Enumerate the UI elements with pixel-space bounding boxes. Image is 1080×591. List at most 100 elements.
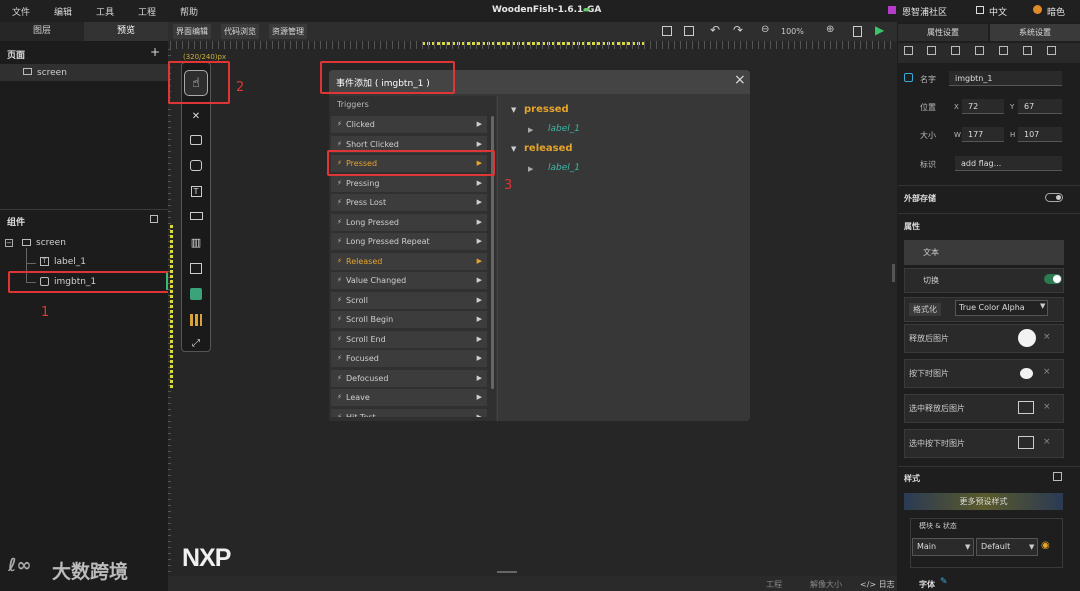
tab-ui-edit[interactable]: 界面编辑	[173, 24, 211, 39]
splitter-handle[interactable]	[892, 264, 895, 282]
dialog-close-button[interactable]: ×	[734, 72, 746, 88]
width-field[interactable]: 177	[962, 127, 1004, 142]
chevron-right-icon: ▶	[476, 412, 482, 417]
zoom-out-icon[interactable]: ⊖	[761, 24, 769, 35]
align-right-icon[interactable]	[951, 46, 960, 55]
trigger-item[interactable]: ⚡ Scroll Begin ▶	[331, 311, 487, 328]
language-select[interactable]: 中文	[989, 5, 1007, 18]
trigger-item[interactable]: ⚡ Hit Test ▶	[331, 408, 487, 417]
expand-action-icon[interactable]: ▶	[528, 126, 533, 134]
button-widget-icon[interactable]	[186, 130, 206, 150]
menu-project[interactable]: 工程	[138, 5, 156, 18]
trigger-item[interactable]: ⚡ Defocused ▶	[331, 369, 487, 387]
event-released-target[interactable]: label_1	[548, 163, 580, 173]
tab-resources[interactable]: 资源管理	[269, 24, 307, 39]
add-page-button[interactable]: +	[150, 45, 160, 59]
more-styles-button[interactable]: 更多预设样式	[904, 493, 1063, 510]
text-widget-icon[interactable]: T	[186, 181, 206, 201]
export-icon[interactable]	[853, 26, 862, 37]
tab-preview[interactable]: 预览	[84, 22, 168, 41]
menu-tools[interactable]: 工具	[96, 5, 114, 18]
qrcode-widget-icon[interactable]	[186, 310, 206, 330]
image-placeholder-icon[interactable]	[1018, 436, 1034, 449]
event-pressed[interactable]: pressed	[524, 104, 569, 115]
image-placeholder-icon[interactable]	[1018, 401, 1034, 414]
expand-pressed-icon[interactable]: ▼	[511, 106, 516, 114]
flag-field[interactable]: add flag...	[955, 156, 1062, 171]
menu-edit[interactable]: 编辑	[54, 5, 72, 18]
resize-handle[interactable]	[497, 571, 517, 573]
x-field[interactable]: 72	[962, 99, 1004, 114]
imgbtn-type-icon	[904, 73, 913, 82]
style-settings-icon[interactable]	[1053, 472, 1062, 481]
tree-label-1[interactable]: label_1	[54, 257, 86, 267]
ext-storage-toggle[interactable]	[1045, 193, 1063, 202]
tab-system[interactable]: 系统设置	[990, 24, 1080, 41]
trigger-item[interactable]: ⚡ Press Lost ▶	[331, 194, 487, 211]
tab-properties[interactable]: 属性设置	[898, 24, 988, 41]
toggle-switch[interactable]	[1044, 274, 1062, 284]
align-bottom-icon[interactable]	[1023, 46, 1032, 55]
chart-widget-icon[interactable]: ▥	[186, 232, 206, 252]
align-middle-icon[interactable]	[999, 46, 1008, 55]
fit-icon[interactable]: ✕	[186, 106, 206, 126]
event-released[interactable]: released	[524, 143, 573, 154]
input-widget-icon[interactable]	[186, 206, 206, 226]
undo-icon[interactable]: ↶	[710, 23, 720, 37]
clear-icon[interactable]: ×	[1043, 332, 1051, 342]
y-field[interactable]: 67	[1018, 99, 1062, 114]
tree-screen[interactable]: screen	[36, 238, 66, 248]
project-button[interactable]: 工程	[766, 579, 782, 590]
align-center-icon[interactable]	[927, 46, 936, 55]
tab-code-view[interactable]: 代码浏览	[221, 24, 259, 39]
log-button[interactable]: </> 日志	[860, 579, 895, 590]
align-left-icon[interactable]	[904, 46, 913, 55]
align-top-icon[interactable]	[975, 46, 984, 55]
image-widget-icon[interactable]	[186, 258, 206, 278]
tab-layers[interactable]: 图层	[0, 22, 84, 41]
external-link-icon[interactable]	[150, 215, 158, 223]
run-icon[interactable]: ▶	[875, 23, 884, 37]
trigger-item[interactable]: ⚡ Pressing ▶	[331, 174, 487, 192]
pressed-image-label: 按下时图片	[909, 369, 949, 378]
menu-file[interactable]: 文件	[12, 5, 30, 18]
highlight-box-title	[320, 61, 455, 94]
clear-icon[interactable]: ×	[1043, 402, 1051, 412]
text-row[interactable]: 文本	[904, 240, 1064, 265]
collapse-icon[interactable]: −	[5, 239, 13, 247]
clear-icon[interactable]: ×	[1043, 367, 1051, 377]
woodenfish-image-icon[interactable]	[1018, 329, 1036, 347]
distribute-icon[interactable]	[1047, 46, 1056, 55]
clear-icon[interactable]: ×	[1043, 437, 1051, 447]
expand-icon[interactable]: ⤢	[186, 333, 206, 353]
trigger-item[interactable]: ⚡ Leave ▶	[331, 389, 487, 406]
trigger-item[interactable]: ⚡ Value Changed ▶	[331, 272, 487, 289]
trigger-item[interactable]: ⚡ Long Pressed ▶	[331, 213, 487, 231]
trigger-item[interactable]: ⚡ Released ▶	[331, 252, 487, 270]
menu-help[interactable]: 帮助	[180, 5, 198, 18]
trigger-label: Pressing	[346, 178, 380, 188]
trigger-item[interactable]: ⚡ Focused ▶	[331, 350, 487, 367]
trigger-label: Leave	[346, 393, 370, 402]
woodenfish-small-image-icon[interactable]	[1020, 368, 1033, 379]
height-field[interactable]: 107	[1018, 127, 1062, 142]
lottie-widget-icon[interactable]	[186, 284, 206, 304]
event-pressed-target[interactable]: label_1	[548, 124, 580, 134]
trigger-item[interactable]: ⚡ Clicked ▶	[331, 116, 487, 133]
format-select[interactable]: True Color Alpha	[955, 300, 1048, 316]
trigger-item[interactable]: ⚡ Long Pressed Repeat ▶	[331, 233, 487, 250]
community-link[interactable]: 恩智浦社区	[902, 5, 947, 18]
trigger-item[interactable]: ⚡ Scroll End ▶	[331, 330, 487, 348]
expand-action-icon[interactable]: ▶	[528, 165, 533, 173]
zoom-in-icon[interactable]: ⊕	[826, 24, 834, 35]
eye-icon[interactable]: ◉	[1041, 540, 1050, 551]
paste-icon[interactable]	[684, 26, 694, 36]
copy-icon[interactable]	[662, 26, 672, 36]
redo-icon[interactable]: ↷	[733, 23, 743, 37]
zoom-size-button[interactable]: 解像大小	[810, 579, 842, 590]
trigger-item[interactable]: ⚡ Scroll ▶	[331, 291, 487, 309]
expand-released-icon[interactable]: ▼	[511, 145, 516, 153]
imgbutton-widget-icon[interactable]	[186, 155, 206, 175]
name-field[interactable]: imgbtn_1	[949, 71, 1062, 86]
theme-toggle[interactable]: 暗色	[1047, 5, 1065, 18]
